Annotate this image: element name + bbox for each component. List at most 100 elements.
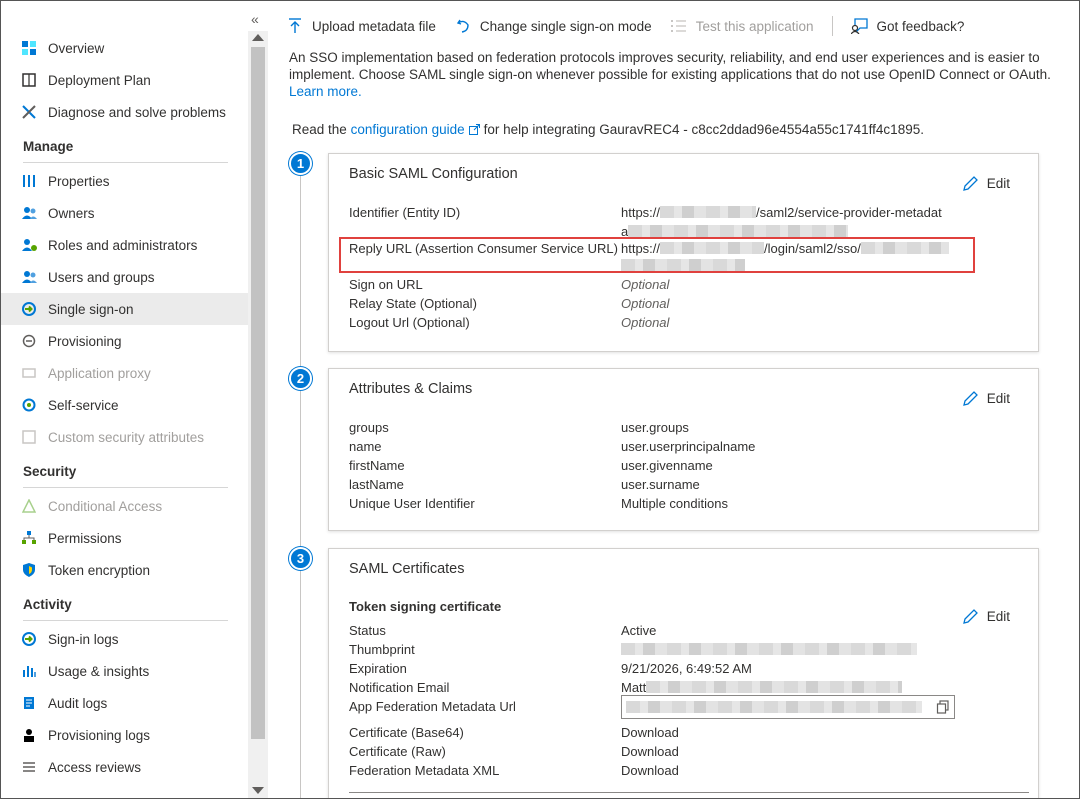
expiration-value: 9/21/2026, 6:49:52 AM [621,661,752,676]
claim-value: user.givenname [621,458,713,473]
sidebar-item-label: Conditional Access [48,498,163,514]
logout-url-label: Logout Url (Optional) [349,315,470,330]
claim-name: groups [349,420,389,435]
thumbprint-label: Thumbprint [349,642,415,657]
toolbar-separator [831,16,833,36]
relay-state-label: Relay State (Optional) [349,296,477,311]
copy-icon[interactable] [936,700,950,714]
claim-value: user.userprincipalname [621,439,756,454]
download-raw-link[interactable]: Download [621,742,679,761]
edit-label: Edit [986,391,1010,406]
edit-label: Edit [986,176,1010,191]
sidebar-item-roles[interactable]: Roles and administrators [1,229,248,261]
sidebar-item-label: Users and groups [48,269,155,285]
upload-icon [286,17,304,35]
pencil-icon [962,176,978,191]
download-base64-link[interactable]: Download [621,723,679,742]
edit-certificates-button[interactable]: Edit [962,608,1010,625]
sidebar-item-single-sign-on[interactable]: Single sign-on [1,293,248,325]
intro-paragraph: An SSO implementation based on federatio… [289,49,1064,100]
learn-more-link[interactable]: Learn more. [289,84,362,99]
redacted-value [628,225,849,237]
token-signing-certificate-title: Token signing certificate [349,599,502,614]
sidebar-item-token-encryption[interactable]: Token encryption [1,554,248,586]
sidebar-item-diagnose[interactable]: Diagnose and solve problems [1,96,248,128]
sidebar-item-deployment-plan[interactable]: Deployment Plan [1,64,248,96]
sidebar-item-label: Access reviews [48,759,142,775]
step-1-badge: 1 [289,152,312,175]
sidebar-item-usage-insights[interactable]: Usage & insights [1,655,248,687]
configuration-guide-link[interactable]: configuration guide [351,122,465,137]
sidebar-item-application-proxy[interactable]: Application proxy [1,357,248,389]
sidebar-item-provisioning[interactable]: Provisioning [1,325,248,357]
scroll-thumb[interactable] [251,47,265,739]
step-3-badge: 3 [289,547,312,570]
identifier-value: https:// /saml2/service-provider-metadat [621,203,942,222]
test-application-button[interactable]: Test this application [670,17,814,35]
edit-basic-saml-button[interactable]: Edit [962,175,1010,192]
download-metadata-xml-link[interactable]: Download [621,761,679,780]
claim-name: firstName [349,458,405,473]
sidebar-item-custom-security-attributes[interactable]: Custom security attributes [1,421,248,453]
sidebar-item-label: Self-service [48,397,119,413]
guide-suffix: for help integrating GauravREC4 - c8cc2d… [483,122,924,137]
change-sso-mode-button[interactable]: Change single sign-on mode [454,17,652,35]
sidebar-item-sign-in-logs[interactable]: Sign-in logs [1,623,248,655]
sidebar-item-overview[interactable]: Overview [1,32,248,64]
overview-icon [21,40,37,56]
basic-saml-title: Basic SAML Configuration [349,166,518,182]
sidebar-item-properties[interactable]: Properties [1,165,248,197]
scroll-down-icon[interactable] [252,787,264,794]
proxy-icon [21,365,37,381]
feedback-button[interactable]: Got feedback? [851,17,964,35]
guide-prefix: Read the [292,122,347,137]
chart-icon [21,663,37,679]
reply-url-highlight [339,237,975,273]
sidebar-item-owners[interactable]: Owners [1,197,248,229]
attributes-claims-card: Attributes & Claims Edit groups user.gro… [328,368,1039,531]
scroll-up-icon[interactable] [252,34,264,41]
sidebar-item-users-groups[interactable]: Users and groups [1,261,248,293]
section-divider [23,487,228,488]
email-prefix: Matt [621,680,647,695]
sidebar-item-audit-logs[interactable]: Audit logs [1,687,248,719]
collapse-sidebar-button[interactable]: « [251,11,259,27]
upload-metadata-button[interactable]: Upload metadata file [286,17,436,35]
steps-connector [300,173,301,798]
sidebar-item-provisioning-logs[interactable]: Provisioning logs [1,719,248,751]
main-content: An SSO implementation based on federatio… [289,49,1069,100]
sidebar-scrollbar[interactable] [248,31,268,798]
sidebar-item-permissions[interactable]: Permissions [1,522,248,554]
sso-icon [21,301,37,317]
expiration-label: Expiration [349,661,407,676]
sidebar-item-access-reviews[interactable]: Access reviews [1,751,248,783]
undo-icon [454,17,472,35]
owners-icon [21,205,37,221]
self-service-icon [21,397,37,413]
command-bar: Upload metadata file Change single sign-… [286,11,982,41]
claim-value: user.groups [621,420,689,435]
section-divider [23,162,228,163]
section-divider [23,620,228,621]
provisioning-icon [21,333,37,349]
sidebar-item-label: Owners [48,205,95,221]
identifier-prefix: https:// [621,205,661,220]
sidebar-item-label: Properties [48,173,110,189]
metadata-url-field[interactable] [621,695,955,719]
permissions-icon [21,530,37,546]
card-divider [349,792,1029,793]
edit-attributes-button[interactable]: Edit [962,390,1010,407]
claim-name: name [349,439,382,454]
sidebar-item-conditional-access[interactable]: Conditional Access [1,490,248,522]
status-label: Status [349,623,386,638]
sign-on-url-value: Optional [621,277,670,292]
relay-state-value: Optional [621,296,670,311]
sidebar: Overview Deployment Plan Diagnose and so… [1,1,248,798]
wrench-icon [21,104,37,120]
sidebar-item-label: Provisioning logs [48,727,151,743]
sidebar-item-label: Audit logs [48,695,108,711]
sidebar-item-label: Permissions [48,530,122,546]
sidebar-item-self-service[interactable]: Self-service [1,389,248,421]
book-icon [21,72,37,88]
checklist-icon [670,17,688,35]
